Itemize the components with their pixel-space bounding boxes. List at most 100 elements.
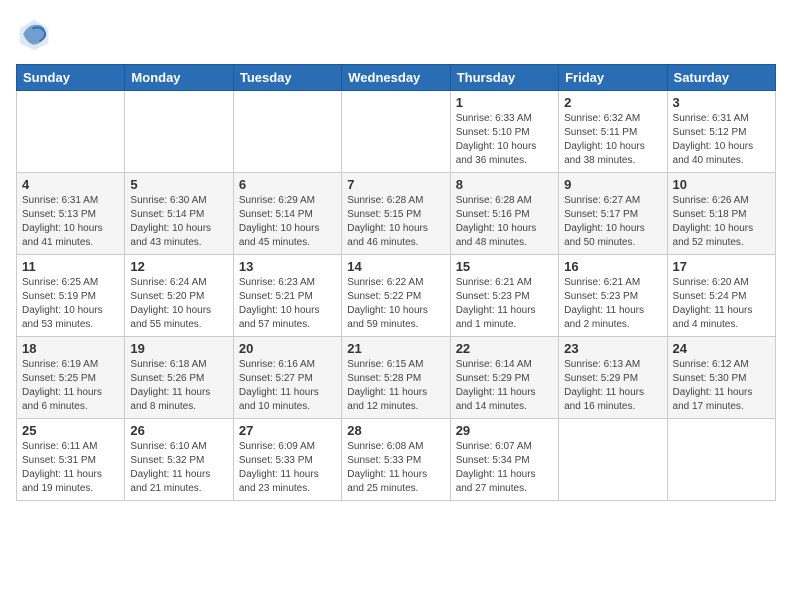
day-info: Sunrise: 6:09 AM Sunset: 5:33 PM Dayligh… — [239, 440, 336, 496]
calendar-cell: 19 Sunrise: 6:18 AM Sunset: 5:26 PM Dayli… — [125, 337, 233, 419]
day-info: Sunrise: 6:14 AM Sunset: 5:29 PM Dayligh… — [456, 358, 553, 414]
day-number: 12 — [130, 259, 227, 274]
day-number: 6 — [239, 177, 336, 192]
calendar-cell: 28Sunrise: 6:08 AM Sunset: 5:33 PM Dayli… — [342, 419, 450, 501]
day-info: Sunrise: 6:25 AM Sunset: 5:19 PM Dayligh… — [22, 276, 119, 332]
calendar-week-row: 18 Sunrise: 6:19 AM Sunset: 5:25 PM Dayli… — [17, 337, 776, 419]
calendar-cell: 14 Sunrise: 6:22 AM Sunset: 5:22 PM Dayli… — [342, 255, 450, 337]
calendar-week-row: 4 Sunrise: 6:31 AM Sunset: 5:13 PM Daylig… — [17, 173, 776, 255]
day-info: Sunrise: 6:11 AM Sunset: 5:31 PM Dayligh… — [22, 440, 119, 496]
weekday-header: Wednesday — [342, 65, 450, 91]
day-info: Sunrise: 6:10 AM Sunset: 5:32 PM Dayligh… — [130, 440, 227, 496]
day-info: Sunrise: 6:22 AM Sunset: 5:22 PM Dayligh… — [347, 276, 444, 332]
day-info: Sunrise: 6:24 AM Sunset: 5:20 PM Dayligh… — [130, 276, 227, 332]
calendar-cell: 16 Sunrise: 6:21 AM Sunset: 5:23 PM Dayli… — [559, 255, 667, 337]
weekday-header: Saturday — [667, 65, 775, 91]
day-info: Sunrise: 6:26 AM Sunset: 5:18 PM Dayligh… — [673, 194, 770, 250]
day-number: 4 — [22, 177, 119, 192]
weekday-header: Friday — [559, 65, 667, 91]
day-info: Sunrise: 6:28 AM Sunset: 5:15 PM Dayligh… — [347, 194, 444, 250]
day-number: 17 — [673, 259, 770, 274]
calendar-cell: 24 Sunrise: 6:12 AM Sunset: 5:30 PM Dayli… — [667, 337, 775, 419]
calendar-week-row: 1Sunrise: 6:33 AM Sunset: 5:10 PM Daylig… — [17, 91, 776, 173]
calendar-cell: 4 Sunrise: 6:31 AM Sunset: 5:13 PM Daylig… — [17, 173, 125, 255]
weekday-header-row: SundayMondayTuesdayWednesdayThursdayFrid… — [17, 65, 776, 91]
calendar-cell: 3 Sunrise: 6:31 AM Sunset: 5:12 PM Daylig… — [667, 91, 775, 173]
calendar-cell: 6 Sunrise: 6:29 AM Sunset: 5:14 PM Daylig… — [233, 173, 341, 255]
day-number: 10 — [673, 177, 770, 192]
day-number: 22 — [456, 341, 553, 356]
day-info: Sunrise: 6:12 AM Sunset: 5:30 PM Dayligh… — [673, 358, 770, 414]
day-info: Sunrise: 6:31 AM Sunset: 5:12 PM Dayligh… — [673, 112, 770, 168]
day-info: Sunrise: 6:20 AM Sunset: 5:24 PM Dayligh… — [673, 276, 770, 332]
calendar-cell: 12 Sunrise: 6:24 AM Sunset: 5:20 PM Dayli… — [125, 255, 233, 337]
day-info: Sunrise: 6:18 AM Sunset: 5:26 PM Dayligh… — [130, 358, 227, 414]
day-info: Sunrise: 6:27 AM Sunset: 5:17 PM Dayligh… — [564, 194, 661, 250]
day-info: Sunrise: 6:32 AM Sunset: 5:11 PM Dayligh… — [564, 112, 661, 168]
day-number: 26 — [130, 423, 227, 438]
day-info: Sunrise: 6:19 AM Sunset: 5:25 PM Dayligh… — [22, 358, 119, 414]
calendar-week-row: 25Sunrise: 6:11 AM Sunset: 5:31 PM Dayli… — [17, 419, 776, 501]
calendar-cell — [17, 91, 125, 173]
page-header — [16, 16, 776, 52]
day-number: 14 — [347, 259, 444, 274]
day-number: 5 — [130, 177, 227, 192]
calendar-cell: 18 Sunrise: 6:19 AM Sunset: 5:25 PM Dayli… — [17, 337, 125, 419]
calendar-cell: 21 Sunrise: 6:15 AM Sunset: 5:28 PM Dayli… — [342, 337, 450, 419]
weekday-header: Tuesday — [233, 65, 341, 91]
day-number: 28 — [347, 423, 444, 438]
calendar-cell: 13Sunrise: 6:23 AM Sunset: 5:21 PM Dayli… — [233, 255, 341, 337]
calendar-cell: 22 Sunrise: 6:14 AM Sunset: 5:29 PM Dayli… — [450, 337, 558, 419]
day-info: Sunrise: 6:21 AM Sunset: 5:23 PM Dayligh… — [456, 276, 553, 332]
calendar-cell: 10 Sunrise: 6:26 AM Sunset: 5:18 PM Dayli… — [667, 173, 775, 255]
day-number: 20 — [239, 341, 336, 356]
calendar-cell: 17 Sunrise: 6:20 AM Sunset: 5:24 PM Dayli… — [667, 255, 775, 337]
day-number: 11 — [22, 259, 119, 274]
weekday-header: Monday — [125, 65, 233, 91]
calendar-cell: 7 Sunrise: 6:28 AM Sunset: 5:15 PM Daylig… — [342, 173, 450, 255]
calendar-cell: 26 Sunrise: 6:10 AM Sunset: 5:32 PM Dayli… — [125, 419, 233, 501]
day-number: 13 — [239, 259, 336, 274]
calendar-cell: 5 Sunrise: 6:30 AM Sunset: 5:14 PM Daylig… — [125, 173, 233, 255]
calendar-cell: 15 Sunrise: 6:21 AM Sunset: 5:23 PM Dayli… — [450, 255, 558, 337]
day-number: 19 — [130, 341, 227, 356]
day-info: Sunrise: 6:16 AM Sunset: 5:27 PM Dayligh… — [239, 358, 336, 414]
calendar-cell: 11 Sunrise: 6:25 AM Sunset: 5:19 PM Dayli… — [17, 255, 125, 337]
day-number: 2 — [564, 95, 661, 110]
calendar-cell: 29 Sunrise: 6:07 AM Sunset: 5:34 PM Dayli… — [450, 419, 558, 501]
day-info: Sunrise: 6:33 AM Sunset: 5:10 PM Dayligh… — [456, 112, 553, 168]
day-number: 7 — [347, 177, 444, 192]
calendar-cell: 8 Sunrise: 6:28 AM Sunset: 5:16 PM Daylig… — [450, 173, 558, 255]
day-info: Sunrise: 6:21 AM Sunset: 5:23 PM Dayligh… — [564, 276, 661, 332]
calendar-cell: 25Sunrise: 6:11 AM Sunset: 5:31 PM Dayli… — [17, 419, 125, 501]
calendar-week-row: 11 Sunrise: 6:25 AM Sunset: 5:19 PM Dayli… — [17, 255, 776, 337]
day-info: Sunrise: 6:15 AM Sunset: 5:28 PM Dayligh… — [347, 358, 444, 414]
day-number: 3 — [673, 95, 770, 110]
calendar-cell: 20 Sunrise: 6:16 AM Sunset: 5:27 PM Dayli… — [233, 337, 341, 419]
day-number: 16 — [564, 259, 661, 274]
day-number: 27 — [239, 423, 336, 438]
day-number: 24 — [673, 341, 770, 356]
day-number: 9 — [564, 177, 661, 192]
day-info: Sunrise: 6:07 AM Sunset: 5:34 PM Dayligh… — [456, 440, 553, 496]
weekday-header: Thursday — [450, 65, 558, 91]
calendar-cell — [342, 91, 450, 173]
day-number: 21 — [347, 341, 444, 356]
calendar-cell: 23Sunrise: 6:13 AM Sunset: 5:29 PM Dayli… — [559, 337, 667, 419]
logo — [16, 16, 56, 52]
day-number: 8 — [456, 177, 553, 192]
day-info: Sunrise: 6:29 AM Sunset: 5:14 PM Dayligh… — [239, 194, 336, 250]
calendar-cell: 2 Sunrise: 6:32 AM Sunset: 5:11 PM Daylig… — [559, 91, 667, 173]
calendar-cell — [233, 91, 341, 173]
day-number: 23 — [564, 341, 661, 356]
day-number: 29 — [456, 423, 553, 438]
calendar-cell: 1Sunrise: 6:33 AM Sunset: 5:10 PM Daylig… — [450, 91, 558, 173]
calendar-cell: 9 Sunrise: 6:27 AM Sunset: 5:17 PM Daylig… — [559, 173, 667, 255]
day-number: 18 — [22, 341, 119, 356]
day-info: Sunrise: 6:28 AM Sunset: 5:16 PM Dayligh… — [456, 194, 553, 250]
day-info: Sunrise: 6:31 AM Sunset: 5:13 PM Dayligh… — [22, 194, 119, 250]
calendar-cell — [125, 91, 233, 173]
day-number: 15 — [456, 259, 553, 274]
calendar-table: SundayMondayTuesdayWednesdayThursdayFrid… — [16, 64, 776, 501]
day-info: Sunrise: 6:30 AM Sunset: 5:14 PM Dayligh… — [130, 194, 227, 250]
